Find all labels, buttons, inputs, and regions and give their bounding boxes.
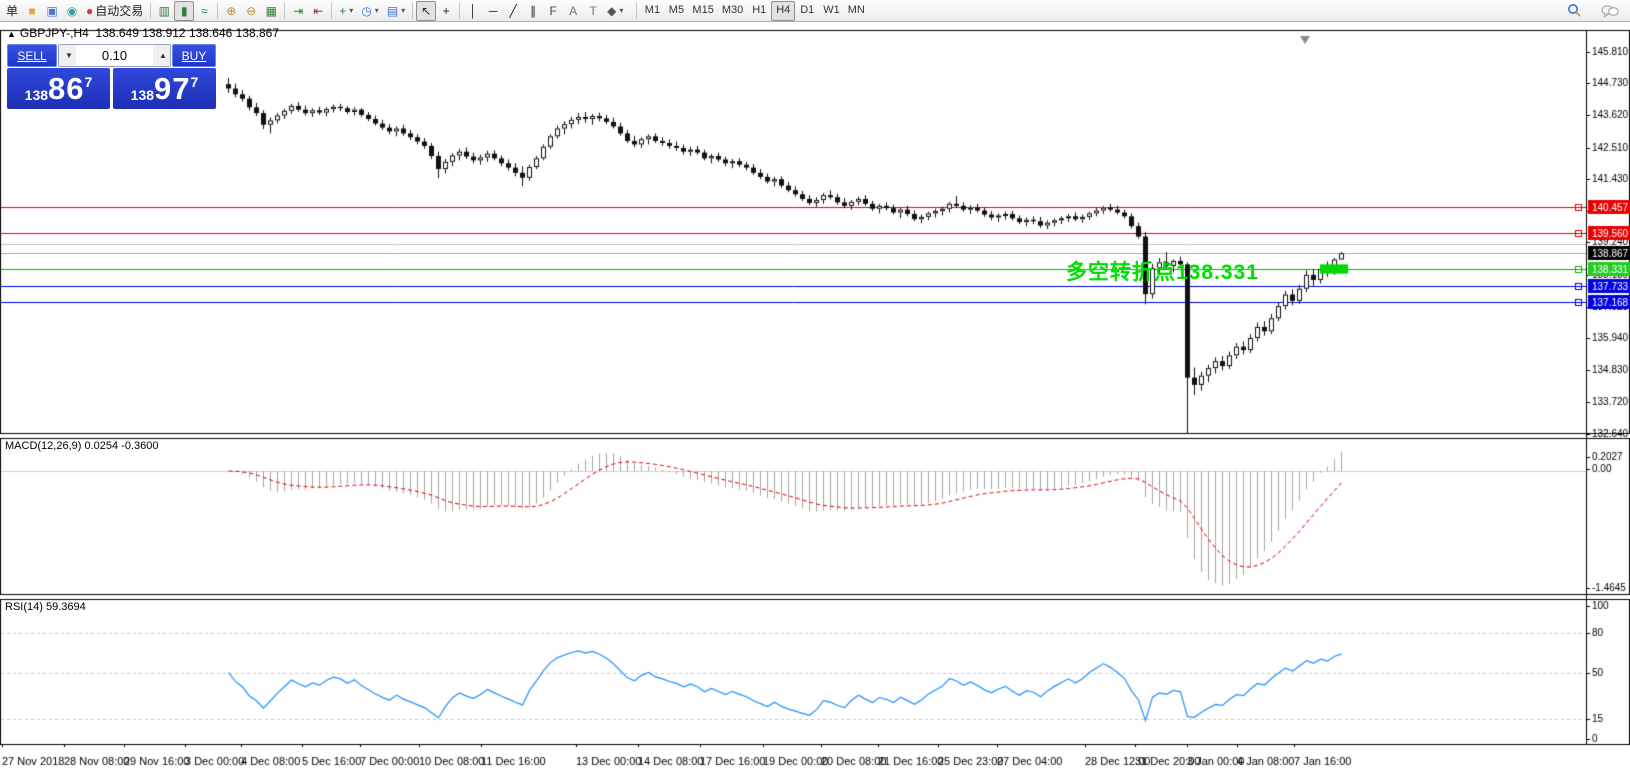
text-button[interactable]: A [563,1,583,21]
mt4-window: { "toolbar": { "groups": [ [ {"name":"ne… [0,0,1630,771]
toolbar-separator [284,3,285,19]
toolbar-separator [217,3,218,19]
timeframe-w1[interactable]: W1 [819,1,844,21]
timeframe-m15[interactable]: M15 [688,1,717,21]
timeframe-m5[interactable]: M5 [664,1,688,21]
trendline-button[interactable]: ╱ [503,1,523,21]
timeframe-m1[interactable]: M1 [640,1,664,21]
text-label-button[interactable]: T [583,1,603,21]
bar-chart-icon[interactable]: ▥ [154,1,174,21]
one-click-trading-panel: SELL ▼ ▲ BUY 138867 138977 [7,44,216,109]
periods-button[interactable]: ◷▾ [357,1,383,21]
toolbar-separator [150,3,151,19]
sell-button[interactable]: SELL [7,44,57,67]
symbol-title: GBPJPY-,H4 [20,26,89,40]
ohlc-values: 138.649 138.912 138.646 138.867 [96,26,280,40]
line-chart-icon[interactable]: ≈ [194,1,214,21]
zoom-in-icon[interactable]: ⊕ [221,1,241,21]
tile-windows-icon[interactable]: ▦ [261,1,281,21]
volume-spinner: ▼ ▲ [58,44,171,67]
chart-window-icon[interactable]: ■ [22,1,42,21]
arrows-button-dropdown-icon[interactable]: ▾ [619,7,623,15]
sell-price[interactable]: 138867 [7,68,110,109]
autotrading-button[interactable]: ●自动交易 [82,1,147,21]
chart-canvas[interactable] [0,0,1630,771]
market-watch-icon[interactable]: ▣ [42,1,62,21]
timeframe-bar: M1M5M15M30H1H4D1W1MN [633,1,868,21]
toolbar: 单■▣◉●自动交易▥▮≈⊕⊖▦⇥⇤+▾◷▾▤▾↖+│─╱∥FAT◆▾ M1M5M… [0,0,1630,22]
rsi-label: RSI(14) 59.3694 [5,601,86,613]
toolbar-separator [459,3,460,19]
templates-button-dropdown-icon[interactable]: ▾ [401,7,405,15]
new-order-button[interactable]: 单 [2,1,22,21]
pivot-annotation: 多空转折点138.331 [1066,256,1259,286]
add-indicator-button[interactable]: +▾ [335,1,357,21]
volume-decrease-button[interactable]: ▼ [59,45,76,66]
vertical-line-button[interactable]: │ [463,1,483,21]
macd-label: MACD(12,26,9) 0.0254 -0.3600 [5,440,158,452]
search-icon[interactable] [1560,0,1588,22]
buy-button[interactable]: BUY [172,44,216,67]
timeframe-h4[interactable]: H4 [771,1,795,21]
trade-panel-toggle-icon[interactable]: ▲ [7,29,16,39]
timeframe-mn[interactable]: MN [844,1,869,21]
horizontal-line-button[interactable]: ─ [483,1,503,21]
timeframe-d1[interactable]: D1 [795,1,819,21]
channel-button[interactable]: ∥ [523,1,543,21]
toolbar-separator [412,3,413,19]
candlestick-chart-icon[interactable]: ▮ [174,1,194,21]
signals-icon[interactable]: ◉ [62,1,82,21]
toolbar-groups: 单■▣◉●自动交易 ▥▮≈ ⊕⊖▦ ⇥⇤ +▾◷▾▤▾ ↖+ │─╱∥FAT◆▾ [2,1,627,21]
zoom-out-icon[interactable]: ⊖ [241,1,261,21]
templates-button[interactable]: ▤▾ [383,1,409,21]
volume-input[interactable] [76,45,153,66]
toolbar-separator [331,3,332,19]
fibonacci-button[interactable]: F [543,1,563,21]
cursor-button[interactable]: ↖ [416,1,436,21]
buy-price[interactable]: 138977 [113,68,216,109]
arrows-button[interactable]: ◆▾ [603,1,627,21]
crosshair-button[interactable]: + [436,1,456,21]
timeframe-m30[interactable]: M30 [718,1,747,21]
add-indicator-button-dropdown-icon[interactable]: ▾ [349,7,353,15]
auto-scroll-icon[interactable]: ⇥ [288,1,308,21]
periods-button-dropdown-icon[interactable]: ▾ [375,7,379,15]
symbol-header: ▲ GBPJPY-,H4 138.649 138.912 138.646 138.… [7,26,279,40]
volume-increase-button[interactable]: ▲ [153,45,170,66]
chat-icon[interactable] [1596,0,1624,22]
toolbar-separator [636,3,637,19]
chart-shift-icon[interactable]: ⇤ [308,1,328,21]
timeframe-h1[interactable]: H1 [747,1,771,21]
